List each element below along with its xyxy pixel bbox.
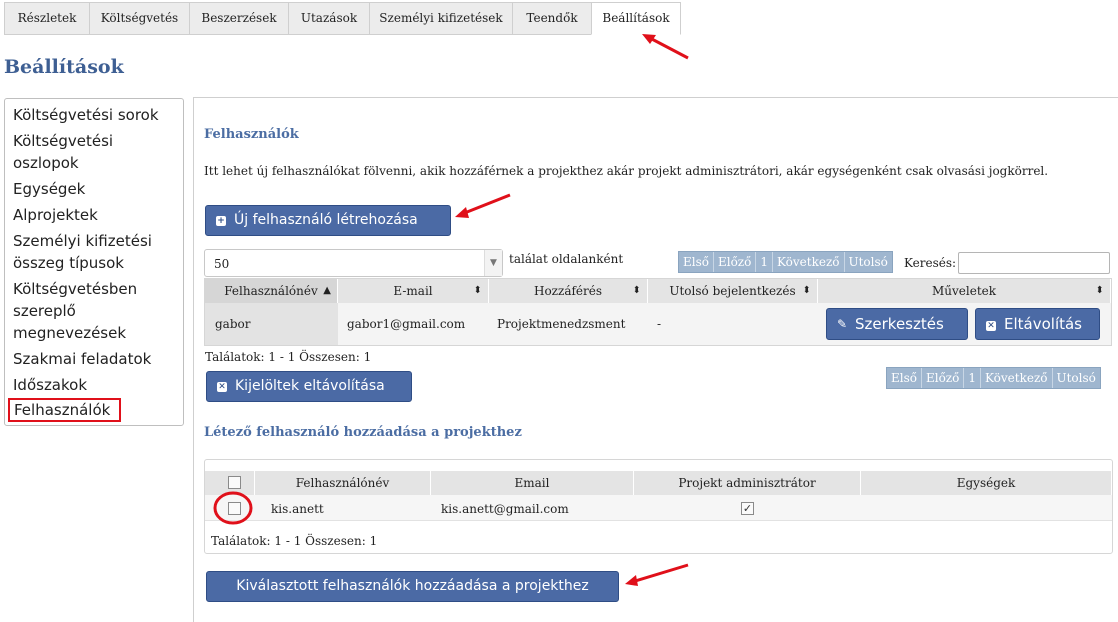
- sidebar-item-budget-columns[interactable]: Költségvetési: [13, 130, 113, 152]
- col-header-existing-email: Email: [431, 471, 634, 495]
- sort-arrows-icon: ⬍: [632, 285, 641, 296]
- chevron-down-icon: ▼: [484, 250, 502, 276]
- sidebar-item-subprojects[interactable]: Alprojektek: [13, 204, 98, 226]
- cell-existing-username: kis.anett: [271, 502, 324, 516]
- edit-button-label: Szerkesztés: [855, 315, 944, 333]
- sidebar-item-names-3[interactable]: megnevezések: [13, 322, 126, 344]
- col-header-email[interactable]: E-mail ⬍: [338, 279, 489, 303]
- tab-teendok[interactable]: Teendők: [512, 2, 592, 35]
- sidebar-item-names-2[interactable]: szereplő: [13, 300, 76, 322]
- x-icon: ✕: [217, 382, 227, 392]
- sidebar-item-budget-columns-2[interactable]: oszlopok: [13, 152, 79, 174]
- page-size-value: 50: [214, 257, 230, 271]
- tab-koltsegvetes[interactable]: Költségvetés: [89, 2, 190, 35]
- pencil-icon: ✎: [837, 317, 848, 331]
- tab-beallitasok[interactable]: Beállítások: [591, 2, 681, 35]
- sort-arrows-icon: ⬍: [1095, 285, 1104, 296]
- pager-prev[interactable]: Előző: [714, 252, 757, 272]
- annotation-arrow-icon: [455, 193, 511, 218]
- sidebar-item-users[interactable]: Felhasználók: [8, 398, 122, 422]
- remove-button-label: Eltávolítás: [1004, 315, 1082, 333]
- pager-last[interactable]: Utolsó: [1053, 368, 1100, 388]
- cell-access: Projektmenedzsment: [497, 317, 626, 331]
- pager-first[interactable]: Első: [679, 252, 714, 272]
- col-header-project-admin: Projekt adminisztrátor: [634, 471, 861, 495]
- pager-last[interactable]: Utolsó: [845, 252, 892, 272]
- pager-page[interactable]: 1: [964, 368, 981, 388]
- remove-button[interactable]: ✕ Eltávolítás: [975, 308, 1100, 340]
- new-user-button[interactable]: + Új felhasználó létrehozása: [205, 205, 451, 236]
- cell-username: gabor: [215, 317, 251, 331]
- x-icon: ✕: [986, 321, 996, 331]
- tab-utazasok[interactable]: Utazások: [288, 2, 370, 35]
- page-size-select[interactable]: 50 ▼: [204, 249, 503, 277]
- tab-beszerzesek[interactable]: Beszerzések: [189, 2, 289, 35]
- settings-sidebar: Költségvetési sorok Költségvetési oszlop…: [4, 98, 184, 426]
- users-heading: Felhasználók: [204, 127, 299, 142]
- annotation-arrow-icon: [642, 34, 689, 60]
- users-description: Itt lehet új felhasználókat fölvenni, ak…: [204, 164, 1049, 178]
- sort-arrows-icon: ⬍: [473, 285, 482, 296]
- edit-button[interactable]: ✎ Szerkesztés: [826, 308, 968, 340]
- cell-last-login: -: [657, 317, 662, 331]
- sort-asc-icon: ▲: [323, 285, 331, 296]
- sidebar-item-units[interactable]: Egységek: [13, 178, 85, 200]
- sidebar-item-tasks[interactable]: Szakmai feladatok: [13, 348, 151, 370]
- pager-bottom: Első Előző 1 Következő Utolsó: [886, 367, 1101, 389]
- col-header-units: Egységek: [861, 471, 1112, 495]
- select-all-checkbox[interactable]: [228, 476, 241, 489]
- results-info: Találatok: 1 - 1 Összesen: 1: [205, 350, 372, 364]
- pager-first[interactable]: Első: [887, 368, 922, 388]
- existing-results-info: Találatok: 1 - 1 Összesen: 1: [211, 534, 378, 548]
- add-selected-users-button[interactable]: Kiválasztott felhasználók hozzáadása a p…: [206, 571, 619, 602]
- pager-next[interactable]: Következő: [981, 368, 1053, 388]
- pager-prev[interactable]: Előző: [922, 368, 965, 388]
- pager-top: Első Előző 1 Következő Utolsó: [678, 251, 893, 273]
- search-label: Keresés:: [904, 256, 957, 270]
- tab-szemelyi-kifizetesek[interactable]: Személyi kifizetések: [369, 2, 513, 35]
- sidebar-item-payment-types[interactable]: Személyi kifizetési: [13, 230, 152, 252]
- col-header-access[interactable]: Hozzáférés ⬍: [489, 279, 648, 303]
- annotation-arrow-icon: [625, 563, 689, 586]
- sort-arrows-icon: ⬍: [802, 285, 811, 296]
- page-size-suffix: találat oldalanként: [509, 252, 624, 266]
- project-admin-checkbox[interactable]: ✓: [741, 502, 754, 515]
- sidebar-item-payment-types-2[interactable]: összeg típusok: [13, 252, 124, 274]
- cell-existing-email: kis.anett@gmail.com: [441, 502, 569, 516]
- remove-selected-button-label: Kijelöltek eltávolítása: [235, 378, 385, 394]
- search-input[interactable]: [958, 252, 1110, 274]
- remove-selected-button[interactable]: ✕ Kijelöltek eltávolítása: [206, 371, 412, 402]
- new-user-button-label: Új felhasználó létrehozása: [234, 212, 418, 228]
- pager-page[interactable]: 1: [756, 252, 773, 272]
- col-header-username[interactable]: Felhasználónév ▲: [205, 279, 338, 303]
- col-header-existing-username: Felhasználónév: [255, 471, 431, 495]
- table-row: [205, 495, 1112, 521]
- sidebar-item-periods[interactable]: Időszakok: [13, 374, 87, 396]
- annotation-circle-icon: [213, 491, 253, 525]
- plus-icon: +: [216, 216, 226, 226]
- col-header-last-login[interactable]: Utolsó bejelentkezés ⬍: [648, 279, 818, 303]
- pager-next[interactable]: Következő: [773, 252, 845, 272]
- tab-reszletek[interactable]: Részletek: [4, 2, 90, 35]
- col-header-actions[interactable]: Műveletek ⬍: [818, 279, 1111, 303]
- sidebar-item-budget-rows[interactable]: Költségvetési sorok: [13, 104, 159, 126]
- page-title: Beállítások: [4, 56, 124, 78]
- sidebar-item-names[interactable]: Költségvetésben: [13, 278, 137, 300]
- top-tab-bar: Részletek Költségvetés Beszerzések Utazá…: [0, 0, 1118, 35]
- existing-heading: Létező felhasználó hozzáadása a projekth…: [204, 425, 522, 440]
- cell-email: gabor1@gmail.com: [347, 317, 466, 331]
